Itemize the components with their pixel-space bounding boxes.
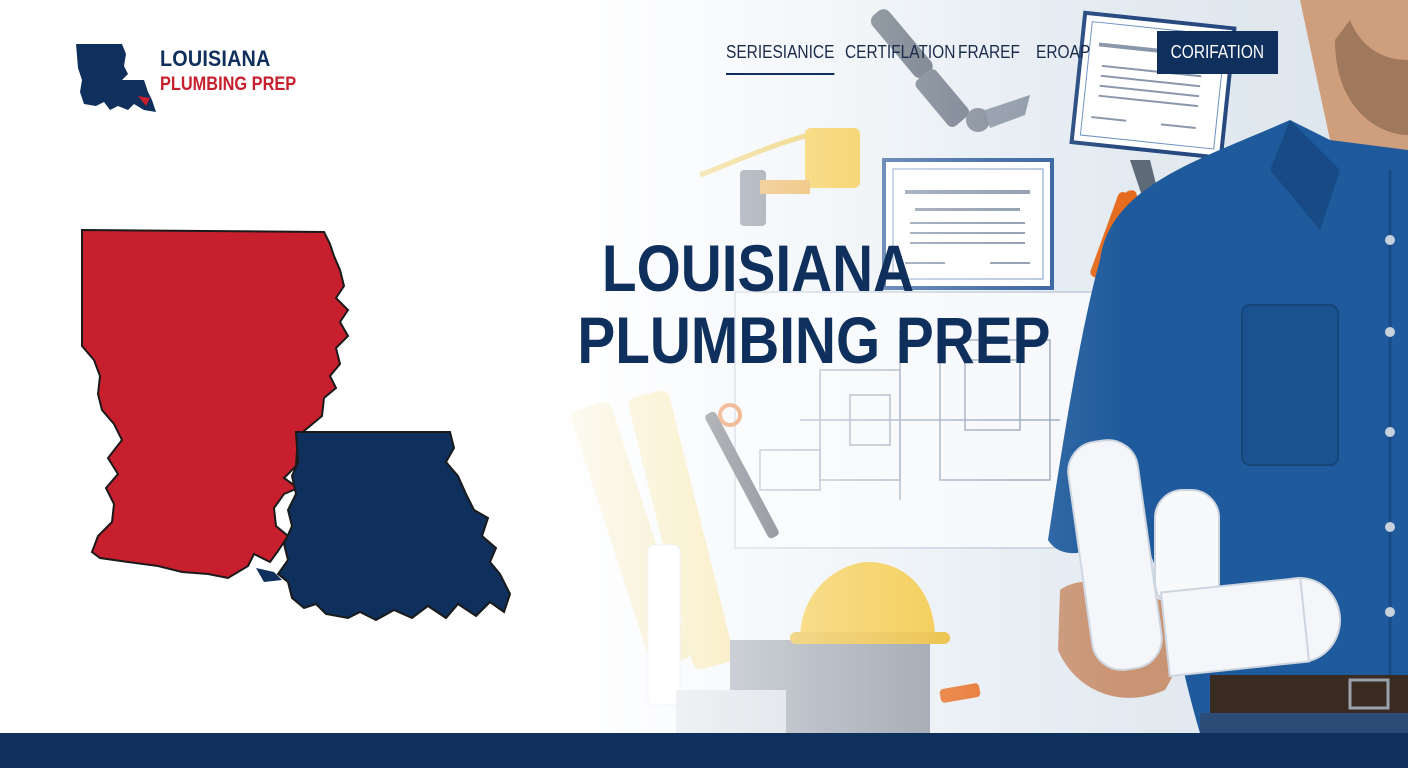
louisiana-map-illustration — [81, 228, 512, 622]
pipe-wrench-icon — [870, 9, 1030, 132]
louisiana-state-icon — [76, 44, 156, 112]
nav-item-fraref[interactable]: FRAREF — [958, 42, 1020, 63]
headline-line-1: LOUISIANA — [601, 231, 915, 305]
nav-item-seriesianice[interactable]: SERIESIANICE — [726, 42, 835, 75]
brand-line-2: PLUMBING PREP — [160, 74, 297, 95]
map-east-region — [276, 431, 512, 622]
corifation-button[interactable]: CORIFATION — [1157, 31, 1278, 74]
site-logo[interactable]: LOUISIANA PLUMBING PREP — [74, 40, 297, 116]
nav-item-eroap[interactable]: EROAP — [1036, 42, 1090, 63]
hero-headline: LOUISIANA PLUMBING PREP — [548, 231, 1051, 377]
rolled-plans — [571, 390, 734, 706]
corifation-button-label: CORIFATION — [1170, 42, 1265, 62]
footer-band — [0, 733, 1408, 768]
valve-icon — [699, 127, 860, 226]
headline-line-2: PLUMBING PREP — [577, 303, 1051, 377]
brand-line-1: LOUISIANA — [160, 46, 271, 71]
nav-item-certiflation[interactable]: CERTIFLATION — [845, 42, 955, 63]
